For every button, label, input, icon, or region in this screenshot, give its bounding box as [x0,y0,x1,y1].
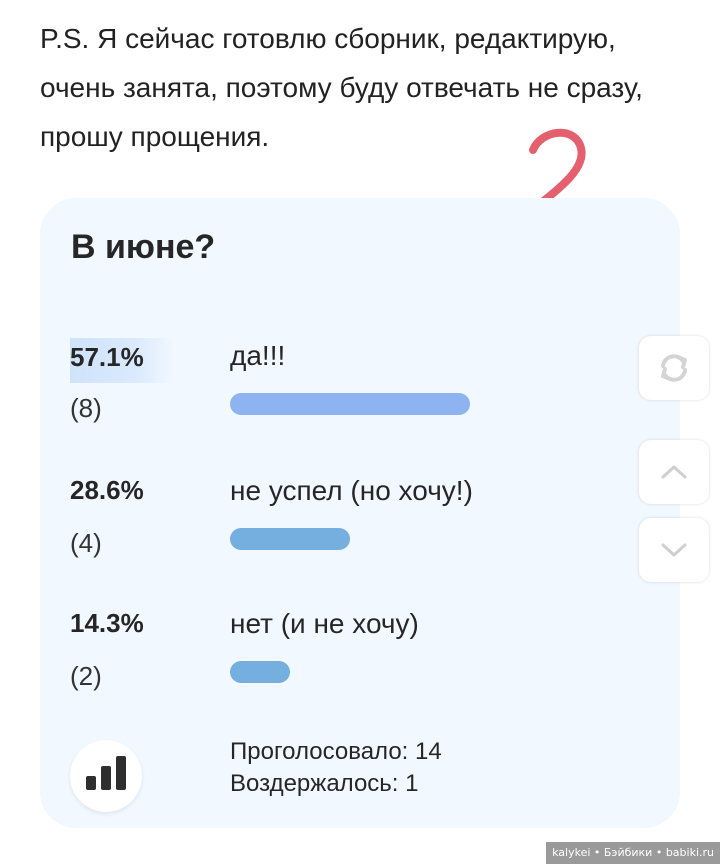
abstained-count: Воздержалось: 1 [230,770,419,797]
option-bar [230,528,350,550]
poll-card: В июне? 57.1% (8) да!!! 28.6% (4) не усп… [40,198,680,828]
poll-summary: Проголосовало: 14 Воздержалось: 1 [230,736,442,800]
option-bar [230,393,470,415]
poll-option[interactable]: 14.3% (2) нет (и не хочу) [70,606,630,706]
poll-option[interactable]: 57.1% (8) да!!! [70,338,630,438]
bar-chart-icon[interactable] [70,740,142,812]
option-percent: 57.1% [70,338,174,383]
poll-title: В июне? [71,228,216,266]
refresh-icon [661,354,687,382]
option-count: (2) [70,661,102,691]
option-percent: 28.6% [70,475,144,505]
option-label: да!!! [230,340,286,371]
option-bar [230,661,290,683]
poll-option[interactable]: 28.6% (4) не успел (но хочу!) [70,473,630,573]
option-percent: 14.3% [70,608,144,638]
refresh-button[interactable] [639,336,709,400]
option-count: (8) [70,393,102,423]
chevron-up-icon [661,465,687,479]
scroll-up-button[interactable] [639,440,709,504]
scroll-down-button[interactable] [639,518,709,582]
chevron-down-icon [661,543,687,557]
watermark: kalykei • Бэйбики • babiki.ru [546,842,720,864]
option-label: нет (и не хочу) [230,608,419,639]
option-count: (4) [70,528,102,558]
voted-count: Проголосовало: 14 [230,738,442,765]
option-label: не успел (но хочу!) [230,475,473,506]
